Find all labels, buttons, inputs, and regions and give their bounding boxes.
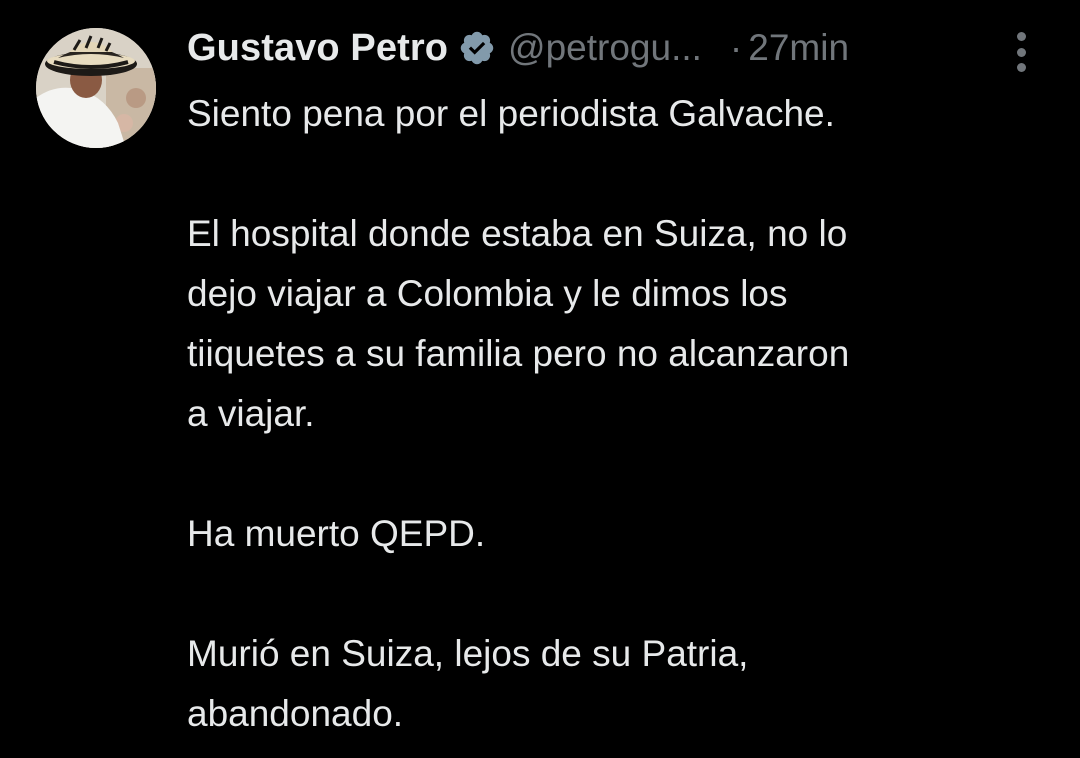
paragraph: Murió en Suiza, lejos de su Patria, aban… xyxy=(187,624,1047,744)
tweet-text: Siento pena por el periodista Galvache. … xyxy=(187,84,1047,744)
text-line: El hospital donde estaba en Suiza, no lo xyxy=(187,213,848,254)
author-handle[interactable]: @petrogu... xyxy=(508,27,702,69)
text-line: Murió en Suiza, lejos de su Patria, xyxy=(187,633,749,674)
text-line: tiiquetes a su familia pero no alcanzaro… xyxy=(187,333,850,374)
tweet-card[interactable]: Gustavo Petro @petrogu... · 27min Siento… xyxy=(0,0,1080,758)
paragraph: Siento pena por el periodista Galvache. xyxy=(187,84,1047,144)
verified-badge-icon[interactable] xyxy=(458,29,496,67)
avatar-image xyxy=(36,28,156,148)
text-line: abandonado. xyxy=(187,693,404,734)
ellipsis-dot xyxy=(1016,47,1026,57)
text-line: dejo viajar a Colombia y le dimos los xyxy=(187,273,788,314)
vertical-ellipsis-icon[interactable] xyxy=(1008,32,1034,72)
timestamp[interactable]: 27min xyxy=(748,27,849,69)
text-line: Siento pena por el periodista Galvache. xyxy=(187,93,835,134)
ellipsis-dot xyxy=(1016,32,1026,41)
text-line: Ha muerto QEPD. xyxy=(187,513,486,554)
ellipsis-dot xyxy=(1016,63,1026,72)
avatar[interactable] xyxy=(36,28,156,148)
tweet-header: Gustavo Petro @petrogu... · 27min xyxy=(187,22,849,74)
author-display-name[interactable]: Gustavo Petro xyxy=(187,27,448,70)
paragraph: Ha muerto QEPD. xyxy=(187,504,1047,564)
text-line: a viajar. xyxy=(187,393,315,434)
paragraph: El hospital donde estaba en Suiza, no lo… xyxy=(187,204,1047,444)
separator-dot: · xyxy=(729,27,743,68)
